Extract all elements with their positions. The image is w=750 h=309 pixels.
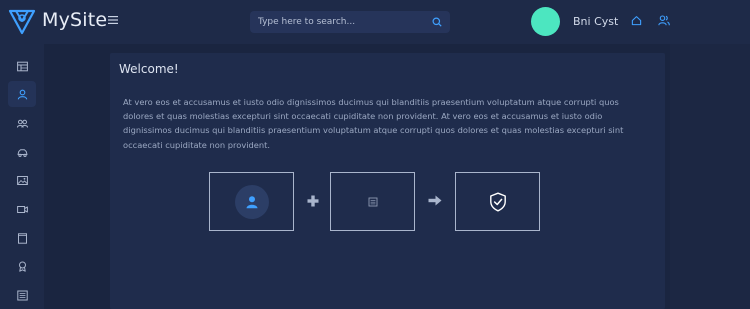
sidebar-item-table[interactable]: [8, 53, 36, 79]
search-input[interactable]: [250, 11, 450, 33]
sidebar-item-users[interactable]: [8, 110, 36, 136]
shield-check-icon: [489, 192, 506, 211]
right-gutter: [670, 44, 750, 309]
arrow-right-icon: [428, 195, 442, 206]
flow-step-shield: [455, 172, 540, 231]
plus-icon: [307, 195, 319, 207]
users-icon: [16, 119, 28, 128]
document-icon: [368, 197, 377, 206]
hamburger-menu-icon[interactable]: [108, 15, 118, 25]
search-icon[interactable]: [432, 17, 442, 27]
sidebar: [0, 44, 44, 309]
list-icon: [16, 290, 28, 300]
welcome-card: Welcome! At vero eos et accusamus et ius…: [110, 53, 665, 309]
logo-icon[interactable]: [8, 7, 36, 35]
image-icon: [16, 175, 28, 185]
user-icon: [246, 195, 257, 208]
sidebar-item-badge[interactable]: [8, 253, 36, 279]
flow-step-user: [209, 172, 294, 231]
username[interactable]: Bni Cyst: [573, 15, 618, 28]
sidebar-item-image[interactable]: [8, 167, 36, 193]
table-icon: [16, 61, 28, 71]
users-icon[interactable]: [658, 15, 670, 26]
badge-icon: [18, 261, 26, 272]
avatar[interactable]: [531, 7, 560, 36]
frame-icon: [17, 232, 27, 244]
sidebar-item-video[interactable]: [8, 196, 36, 222]
user-icon: [17, 89, 27, 99]
flow-step-document: [330, 172, 415, 231]
sidebar-item-frame[interactable]: [8, 225, 36, 251]
video-icon: [16, 205, 28, 213]
top-header: MySite Bni Cyst: [0, 0, 750, 44]
sidebar-item-list[interactable]: [8, 282, 36, 308]
home-icon[interactable]: [631, 15, 642, 26]
sidebar-item-user[interactable]: [8, 81, 36, 107]
car-icon: [17, 148, 27, 157]
user-avatar-circle: [234, 184, 269, 219]
brand-name[interactable]: MySite: [42, 9, 107, 31]
page-title: Welcome!: [119, 62, 179, 76]
sidebar-item-car[interactable]: [8, 139, 36, 165]
welcome-text: At vero eos et accusamus et iusto odio d…: [123, 97, 624, 150]
